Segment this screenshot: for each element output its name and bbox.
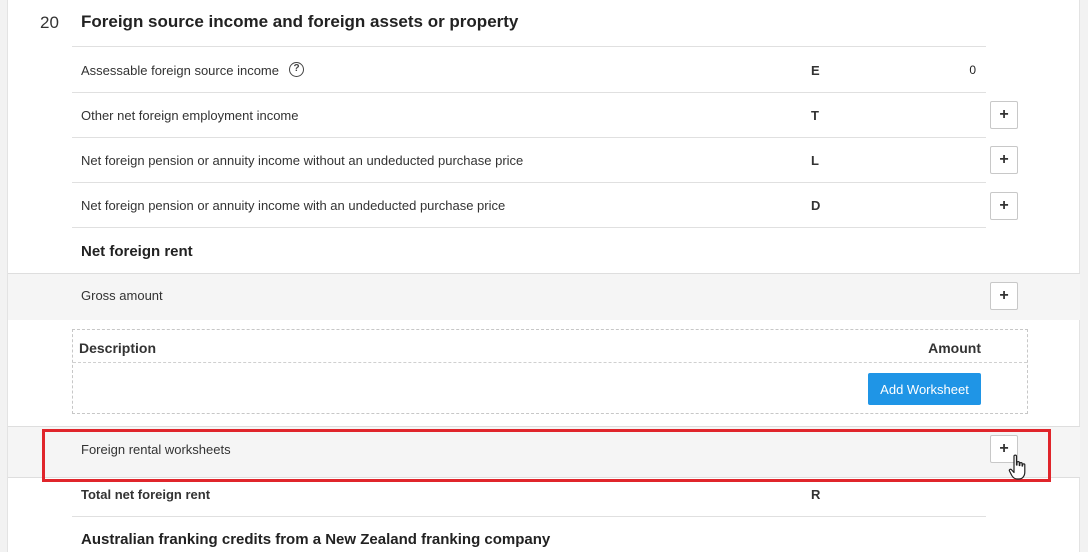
- row-label-other-net-foreign-employment-income: Other net foreign employment income: [81, 108, 299, 123]
- plus-icon: +: [999, 106, 1009, 123]
- add-worksheet-button[interactable]: Add Worksheet: [868, 373, 981, 405]
- section-title: Foreign source income and foreign assets…: [81, 12, 519, 31]
- gross-amount-label: Gross amount: [81, 288, 163, 303]
- divider: [72, 227, 986, 228]
- divider: [72, 137, 986, 138]
- hand-cursor-icon: [1008, 454, 1026, 480]
- row-label-pension-with-undeducted: Net foreign pension or annuity income wi…: [81, 198, 506, 213]
- column-header-description: Description: [79, 340, 157, 356]
- plus-icon: +: [999, 151, 1009, 168]
- divider: [72, 92, 986, 93]
- divider: [72, 516, 986, 517]
- row-code-l: L: [811, 153, 819, 168]
- divider: [72, 182, 986, 183]
- row-code-r: R: [811, 487, 821, 502]
- row-code-d: D: [811, 198, 821, 213]
- help-icon[interactable]: ?: [289, 62, 304, 77]
- add-button-t[interactable]: +: [990, 101, 1018, 129]
- gross-amount-row: [8, 274, 1080, 320]
- row-value-e: 0: [969, 63, 976, 77]
- section-number: 20: [40, 13, 59, 32]
- table-header-divider: [73, 362, 1027, 363]
- column-header-amount: Amount: [928, 340, 981, 356]
- net-foreign-rent-heading: Net foreign rent: [81, 243, 193, 260]
- worksheet-table: Description Amount Add Worksheet: [72, 329, 1028, 414]
- plus-icon: +: [999, 197, 1009, 214]
- divider: [72, 46, 986, 47]
- plus-icon: +: [999, 287, 1009, 304]
- add-button-l[interactable]: +: [990, 146, 1018, 174]
- total-net-foreign-rent-label: Total net foreign rent: [81, 487, 211, 502]
- row-label-assessable-foreign-source-income: Assessable foreign source income: [81, 63, 279, 78]
- row-label-pension-without-undeducted: Net foreign pension or annuity income wi…: [81, 153, 524, 168]
- row-code-t: T: [811, 108, 819, 123]
- add-button-d[interactable]: +: [990, 192, 1018, 220]
- row-code-e: E: [811, 63, 820, 78]
- highlight-annotation: [42, 429, 1051, 482]
- nz-franking-credits-heading: Australian franking credits from a New Z…: [81, 531, 551, 548]
- add-gross-amount-button[interactable]: +: [990, 282, 1018, 310]
